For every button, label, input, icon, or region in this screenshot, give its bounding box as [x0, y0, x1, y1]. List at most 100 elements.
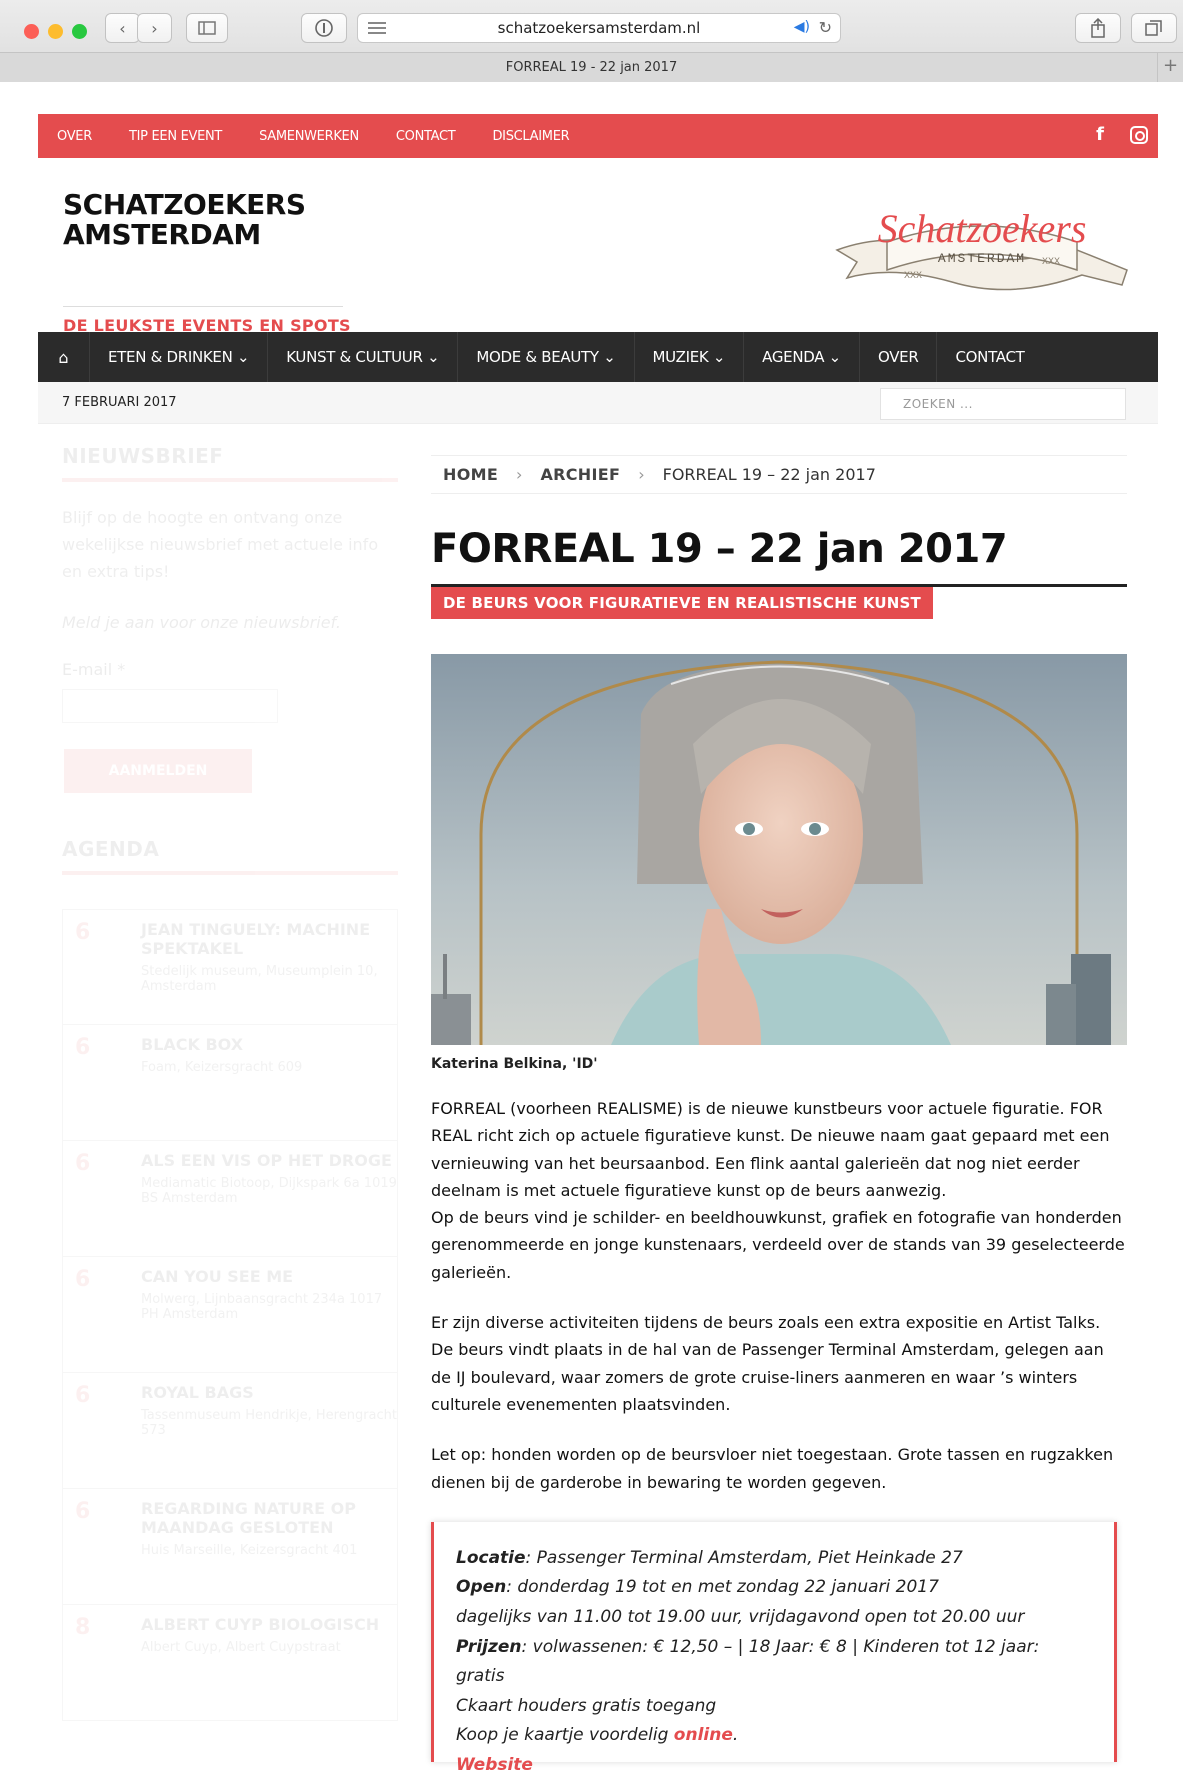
list-item[interactable]: 6 ALS EEN VIS OP HET DROGE Mediamatic Biot…: [62, 1141, 398, 1257]
social-links: f: [1096, 124, 1148, 145]
site-brand[interactable]: SCHATZOEKERS AMSTERDAM: [63, 190, 306, 250]
agenda-title: AGENDA: [62, 837, 398, 875]
event-title: CAN YOU SEE ME: [141, 1267, 294, 1286]
event-title: ROYAL BAGS: [141, 1383, 254, 1402]
breadcrumb-home[interactable]: HOME: [443, 465, 498, 484]
sidebar-icon: [198, 21, 216, 35]
share-icon: [1091, 18, 1105, 38]
forward-button[interactable]: ›: [137, 13, 172, 43]
subscribe-button[interactable]: AANMELDEN: [64, 749, 252, 793]
topnav-contact[interactable]: CONTACT: [396, 129, 456, 144]
list-item[interactable]: 6 ROYAL BAGS Tassenmuseum Hendrikje, Heren…: [62, 1373, 398, 1489]
tabs-button[interactable]: [1131, 13, 1177, 43]
nav-over[interactable]: OVER: [860, 332, 938, 382]
back-button[interactable]: ‹: [105, 13, 140, 43]
paragraph-1b-text: Op de beurs vind je schilder- en beeldho…: [431, 1208, 1125, 1282]
online-ticket-link[interactable]: online: [674, 1725, 733, 1745]
event-location: Stedelijk museum, Museumplein 10, Amster…: [141, 964, 378, 994]
paragraph-3: Let op: honden worden op de beursvloer n…: [431, 1445, 1114, 1492]
facebook-icon[interactable]: f: [1096, 124, 1104, 145]
list-item[interactable]: 6 CAN YOU SEE ME Molwerg, Lijnbaansgracht …: [62, 1257, 398, 1373]
home-icon[interactable]: ⌂: [38, 332, 90, 382]
website-link[interactable]: Website: [456, 1755, 533, 1775]
info-open: Open: donderdag 19 tot en met zondag 22 …: [456, 1573, 1092, 1603]
close-window-button[interactable]: [24, 24, 39, 39]
info-hours: dagelijks van 11.00 tot 19.00 uur, vrijd…: [456, 1607, 1025, 1628]
event-location: Mediamatic Biotoop, Dijkspark 6a 1019 BS…: [141, 1176, 397, 1206]
site-header: SCHATZOEKERS AMSTERDAM DE LEUKSTE EVENTS…: [38, 158, 1158, 335]
audio-icon[interactable]: ◀): [794, 19, 810, 35]
topnav-over[interactable]: OVER: [57, 129, 92, 144]
event-location: Foam, Keizersgracht 609: [141, 1060, 303, 1075]
event-day: 6: [75, 1267, 91, 1292]
url-text: schatzoekersamsterdam.nl: [497, 19, 701, 37]
website: OVER TIP EEN EVENT SAMENWERKEN CONTACT D…: [38, 114, 1158, 1721]
brand-line-1: SCHATZOEKERS: [63, 188, 306, 221]
info-open-value: : donderdag 19 tot en met zondag 22 janu…: [506, 1577, 939, 1598]
event-day: 6: [75, 1035, 91, 1060]
info-website: Website: [456, 1751, 1092, 1781]
search-input[interactable]: ZOEKEN ...: [880, 388, 1126, 420]
topnav-samenwerken[interactable]: SAMENWERKEN: [259, 129, 359, 144]
site-tagline: DE LEUKSTE EVENTS EN SPOTS: [63, 316, 351, 335]
info-open-label: Open: [456, 1577, 507, 1598]
sidebar-toggle-button[interactable]: [186, 13, 228, 43]
main-nav: ⌂ ETEN & DRINKEN ⌄ KUNST & CULTUUR ⌄ MOD…: [38, 332, 1158, 382]
key-icon: [315, 19, 333, 37]
nav-agenda[interactable]: AGENDA ⌄: [744, 332, 860, 382]
brand-line-2: AMSTERDAM: [63, 218, 261, 251]
info-buy-end: .: [732, 1725, 739, 1746]
newsletter-em: Meld je aan voor onze nieuwsbrief.: [62, 613, 341, 632]
breadcrumb-sep-icon: ›: [516, 465, 523, 484]
event-day: 6: [75, 920, 91, 945]
email-field[interactable]: [62, 689, 278, 723]
reload-icon[interactable]: ↻: [819, 18, 832, 37]
date-bar: 7 FEBRUARI 2017 ZOEKEN ...: [38, 382, 1158, 424]
info-ckaart: Ckaart houders gratis toegang: [456, 1695, 717, 1716]
zoom-window-button[interactable]: [72, 24, 87, 39]
nav-contact[interactable]: CONTACT: [937, 332, 1042, 382]
instagram-icon[interactable]: [1130, 126, 1148, 144]
image-caption: Katerina Belkina, 'ID': [431, 1056, 598, 1072]
reader-icon[interactable]: [368, 22, 386, 37]
minimize-window-button[interactable]: [48, 24, 63, 39]
logo-script: Schatzoekers: [878, 206, 1087, 251]
nav-kunst-cultuur[interactable]: KUNST & CULTUUR ⌄: [268, 332, 459, 382]
address-bar[interactable]: schatzoekersamsterdam.nl ◀) ↻: [357, 13, 841, 43]
info-location-value: : Passenger Terminal Amsterdam, Piet Hei…: [525, 1547, 963, 1568]
event-title: ALBERT CUYP BIOLOGISCH: [141, 1615, 380, 1634]
info-prices: Prijzen: volwassenen: € 12,50 – | 18 Jaa…: [456, 1633, 1092, 1692]
tab-active[interactable]: FORREAL 19 - 22 jan 2017: [0, 52, 1183, 82]
topnav-disclaimer[interactable]: DISCLAIMER: [492, 129, 569, 144]
password-button[interactable]: [301, 13, 347, 43]
info-prices-label: Prijzen: [456, 1636, 522, 1657]
nav-eten-drinken[interactable]: ETEN & DRINKEN ⌄: [90, 332, 269, 382]
info-box: Locatie: Passenger Terminal Amsterdam, P…: [431, 1521, 1117, 1775]
event-location: Molwerg, Lijnbaansgracht 234a 1017 PH Am…: [141, 1292, 383, 1322]
brand-divider: [63, 306, 343, 307]
page-title: FORREAL 19 – 22 jan 2017: [431, 526, 1008, 572]
breadcrumb-archief[interactable]: ARCHIEF: [540, 465, 620, 484]
logo-x-left: XXX: [904, 271, 922, 282]
list-item[interactable]: 6 BLACK BOX Foam, Keizersgracht 609: [62, 1025, 398, 1141]
breadcrumb: HOME › ARCHIEF › FORREAL 19 – 22 jan 201…: [431, 455, 1127, 494]
new-tab-button[interactable]: +: [1157, 52, 1183, 82]
list-item[interactable]: 6 REGARDING NATURE OP MAANDAG GESLOTEN Hui…: [62, 1489, 398, 1605]
share-button[interactable]: [1075, 13, 1121, 43]
topnav-tip-een-event[interactable]: TIP EEN EVENT: [129, 129, 222, 144]
event-location: Tassenmuseum Hendrikje, Herengracht 573: [141, 1408, 397, 1438]
info-buy: Koop je kaartje voordelig online.: [456, 1721, 1092, 1751]
list-item[interactable]: 6 JEAN TINGUELY: MACHINE SPEKTAKEL Stedeli…: [62, 909, 398, 1025]
info-location-label: Locatie: [456, 1547, 526, 1568]
email-label: E-mail *: [62, 660, 126, 679]
top-nav: OVER TIP EEN EVENT SAMENWERKEN CONTACT D…: [38, 114, 1158, 158]
nav-mode-beauty[interactable]: MODE & BEAUTY ⌄: [458, 332, 635, 382]
event-location: Albert Cuyp, Albert Cuypstraat: [141, 1640, 341, 1655]
event-day: 8: [75, 1615, 91, 1640]
logo-x-right: XXX: [1042, 257, 1060, 268]
nav-muziek[interactable]: MUZIEK ⌄: [635, 332, 745, 382]
paragraph-1: FORREAL (voorheen REALISME) is de nieuwe…: [431, 1095, 1127, 1286]
list-item[interactable]: 8 ALBERT CUYP BIOLOGISCH Albert Cuyp, Albe…: [62, 1605, 398, 1721]
site-logo[interactable]: Schatzoekers AMSTERDAM XXX XXX: [832, 190, 1132, 310]
current-date: 7 FEBRUARI 2017: [62, 395, 177, 410]
